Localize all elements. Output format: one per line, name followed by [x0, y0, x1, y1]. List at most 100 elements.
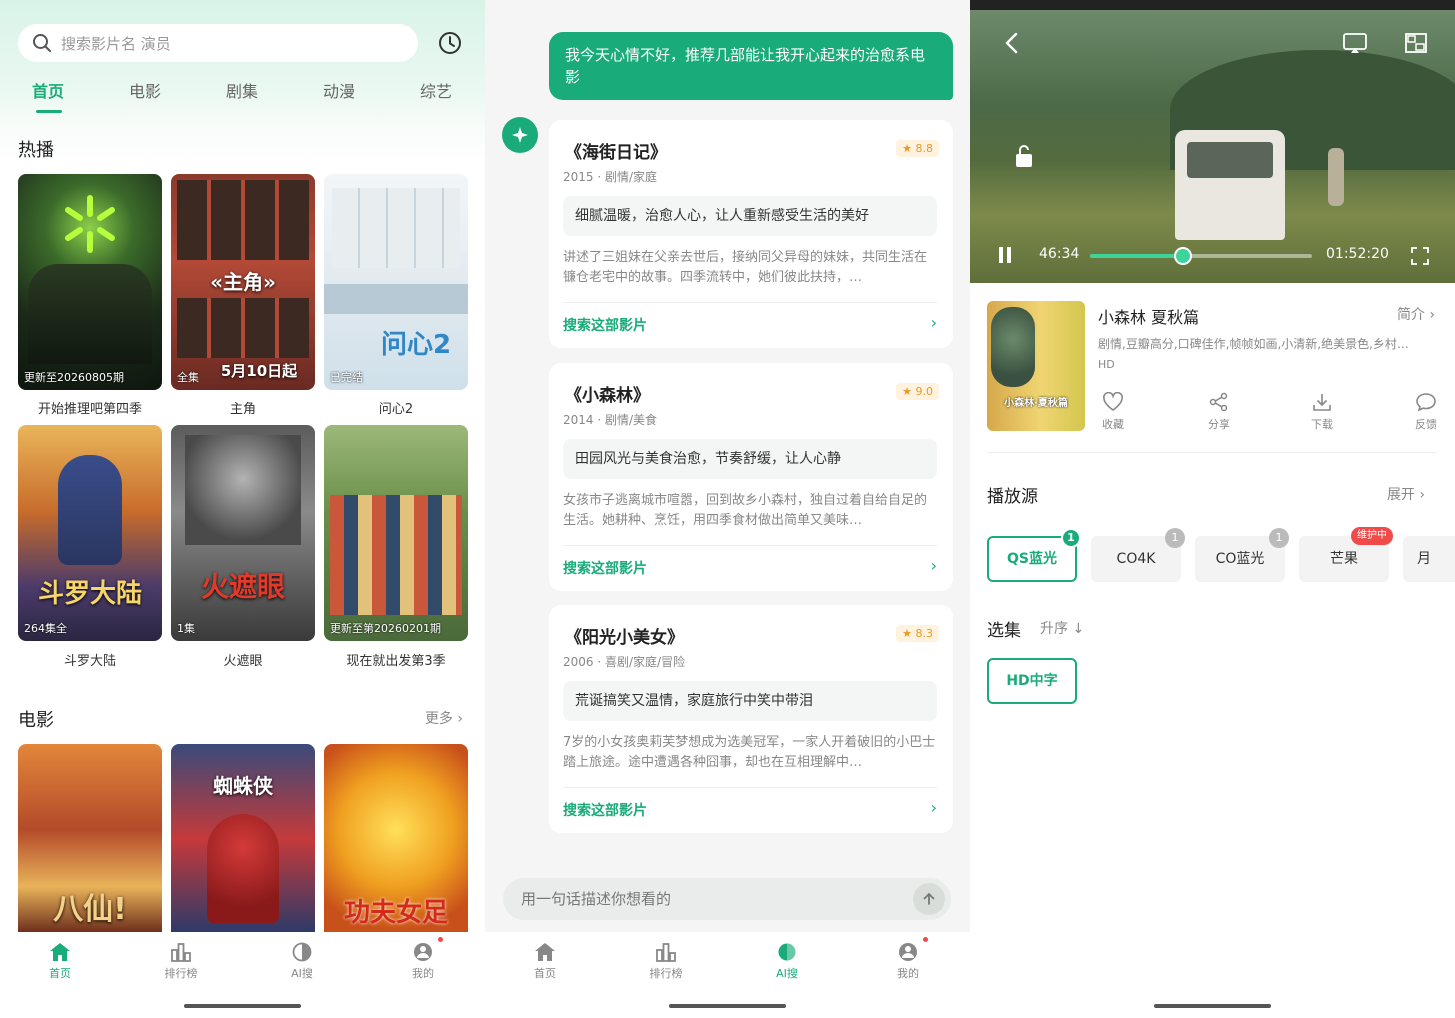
poster-hot-2[interactable]: «主角» 5月10日起 全集 [171, 174, 315, 390]
send-button[interactable] [913, 883, 945, 915]
search-movie-link[interactable]: 搜索这部影片 [563, 315, 647, 335]
intro-link[interactable]: 简介 › [1397, 304, 1435, 324]
video-player[interactable]: 46:34 01:52:20 [970, 10, 1455, 283]
nav-label: 我的 [897, 967, 919, 980]
tab-movie[interactable]: 电影 [105, 78, 185, 102]
poster-hot-4[interactable]: 斗罗大陆 264集全 [18, 425, 162, 641]
search-placeholder: 搜索影片名 演员 [61, 34, 171, 53]
nav-home[interactable]: 首页 [515, 942, 575, 981]
search-bar[interactable]: 搜索影片名 演员 [18, 24, 418, 62]
nav-mine[interactable]: 我的 [878, 942, 938, 981]
ai-search-icon [292, 942, 312, 962]
poster-title-art: 问心2 [380, 330, 452, 360]
result-highlight: 细腻温暖，治愈人心，让人重新感受生活的美好 [563, 196, 937, 236]
pip-icon[interactable] [1404, 32, 1428, 54]
poster-hot-1[interactable]: 更新至20260805期 [18, 174, 162, 390]
tab-variety[interactable]: 综艺 [396, 78, 476, 102]
poster-title[interactable]: 斗罗大陆 [18, 650, 162, 669]
poster-badge: 1集 [177, 622, 195, 635]
profile-icon [899, 943, 917, 961]
poster-corridor [324, 284, 468, 314]
tab-home[interactable]: 首页 [8, 78, 88, 102]
source-name: QS蓝光 [1007, 551, 1057, 567]
search-movie-link[interactable]: 搜索这部影片 [563, 558, 647, 578]
nav-label: 排行榜 [649, 967, 683, 980]
poster-hero [207, 814, 279, 924]
poster-title[interactable]: 问心2 [324, 398, 468, 417]
divider [987, 452, 1437, 453]
source-mango[interactable]: 芒果 维护中 [1299, 527, 1393, 582]
poster-movie-2[interactable]: 蜘蛛侠 [171, 744, 315, 934]
result-title: 《小森林》 [565, 386, 650, 406]
chevron-right-icon[interactable]: › [931, 556, 937, 575]
video-frame-person [1328, 148, 1344, 206]
nav-mine[interactable]: 我的 [393, 942, 453, 981]
feedback-button[interactable]: 反馈 [1396, 392, 1455, 432]
category-tabs: 首页 电影 剧集 动漫 综艺 [0, 78, 485, 114]
profile-icon [414, 943, 432, 961]
arrow-down-icon: ↓ [1072, 621, 1085, 637]
source-co4k[interactable]: CO4K 1 [1091, 528, 1185, 582]
history-icon[interactable] [437, 30, 463, 56]
detail-poster: 小森林·夏秋篇 [987, 301, 1085, 431]
poster-hot-6[interactable]: 更新至第20260201期 [324, 425, 468, 641]
chevron-right-icon[interactable]: › [931, 798, 937, 817]
nav-ai-search[interactable]: AI搜 [272, 942, 332, 981]
ai-avatar [502, 117, 538, 153]
share-button[interactable]: 分享 [1189, 392, 1249, 432]
cast-icon[interactable] [1342, 32, 1368, 54]
search-icon [33, 34, 51, 52]
tab-anime[interactable]: 动漫 [299, 78, 379, 102]
poster-hot-5[interactable]: 火遮眼 1集 [171, 425, 315, 641]
more-link[interactable]: 更多 › [425, 708, 463, 728]
nav-ranking[interactable]: 排行榜 [636, 942, 696, 981]
ai-input[interactable]: 用一句话描述你想看的 [503, 878, 951, 920]
nav-home[interactable]: 首页 [30, 942, 90, 981]
nav-ai-search[interactable]: AI搜 [757, 942, 817, 981]
poster-badge: 264集全 [24, 622, 67, 635]
poster-title[interactable]: 开始推理吧第四季 [18, 398, 162, 417]
progress-thumb[interactable] [1174, 247, 1193, 265]
nav-ranking[interactable]: 排行榜 [151, 942, 211, 981]
poster-title[interactable]: 主角 [171, 398, 315, 417]
back-icon[interactable] [1002, 32, 1022, 54]
nav-label: 首页 [49, 967, 71, 980]
download-button[interactable]: 下载 [1292, 392, 1352, 432]
maintenance-badge: 维护中 [1351, 527, 1393, 545]
ai-input-placeholder: 用一句话描述你想看的 [521, 890, 672, 908]
video-frame-car [1175, 130, 1285, 240]
result-card: 《小森林》 ★ 9.0 2014 · 剧情/美食 田园风光与美食治愈，节奏舒缓，… [549, 363, 953, 591]
fullscreen-icon[interactable] [1410, 246, 1430, 266]
source-co-bluray[interactable]: CO蓝光 1 [1195, 528, 1289, 582]
poster-title[interactable]: 火遮眼 [171, 650, 315, 669]
chevron-right-icon[interactable]: › [931, 313, 937, 332]
rating-badge: ★ 8.8 [896, 140, 939, 157]
episode-button[interactable]: HD中字 [987, 658, 1077, 704]
source-count-badge: 1 [1269, 528, 1289, 548]
search-movie-link[interactable]: 搜索这部影片 [563, 800, 647, 820]
sort-toggle[interactable]: 升序 ↓ [1040, 618, 1084, 638]
poster-title[interactable]: 现在就出发第3季 [324, 650, 468, 669]
source-more[interactable]: 月 [1403, 536, 1455, 582]
poster-badge: 更新至第20260201期 [330, 622, 441, 635]
tab-series[interactable]: 剧集 [202, 78, 282, 102]
home-icon [50, 943, 70, 961]
pause-icon[interactable] [998, 246, 1012, 264]
poster-movie-1[interactable]: 八仙! [18, 744, 162, 934]
divider [563, 787, 937, 788]
lock-icon[interactable] [1014, 144, 1034, 168]
expand-label: 展开 [1386, 487, 1415, 503]
poster-movie-3[interactable]: 功夫女足 [324, 744, 468, 934]
favorite-button[interactable]: 收藏 [1083, 392, 1143, 432]
source-name: CO4K [1116, 551, 1156, 567]
nav-label: 首页 [534, 967, 556, 980]
progress-track[interactable] [1090, 247, 1312, 265]
action-label: 收藏 [1102, 418, 1124, 431]
expand-link[interactable]: 展开 › [1387, 484, 1425, 504]
result-desc: 讲述了三姐妹在父亲去世后，接纳同父异母的妹妹，共同生活在镰仓老宅中的故事。四季流… [563, 250, 928, 285]
source-qs-bluray[interactable]: QS蓝光 1 [987, 528, 1081, 582]
nav-label: 我的 [412, 967, 434, 980]
poster-hot-3[interactable]: 问心2 已完结 [324, 174, 468, 390]
comment-icon [1416, 393, 1436, 412]
result-highlight: 荒诞搞笑又温情，家庭旅行中笑中带泪 [563, 681, 937, 721]
